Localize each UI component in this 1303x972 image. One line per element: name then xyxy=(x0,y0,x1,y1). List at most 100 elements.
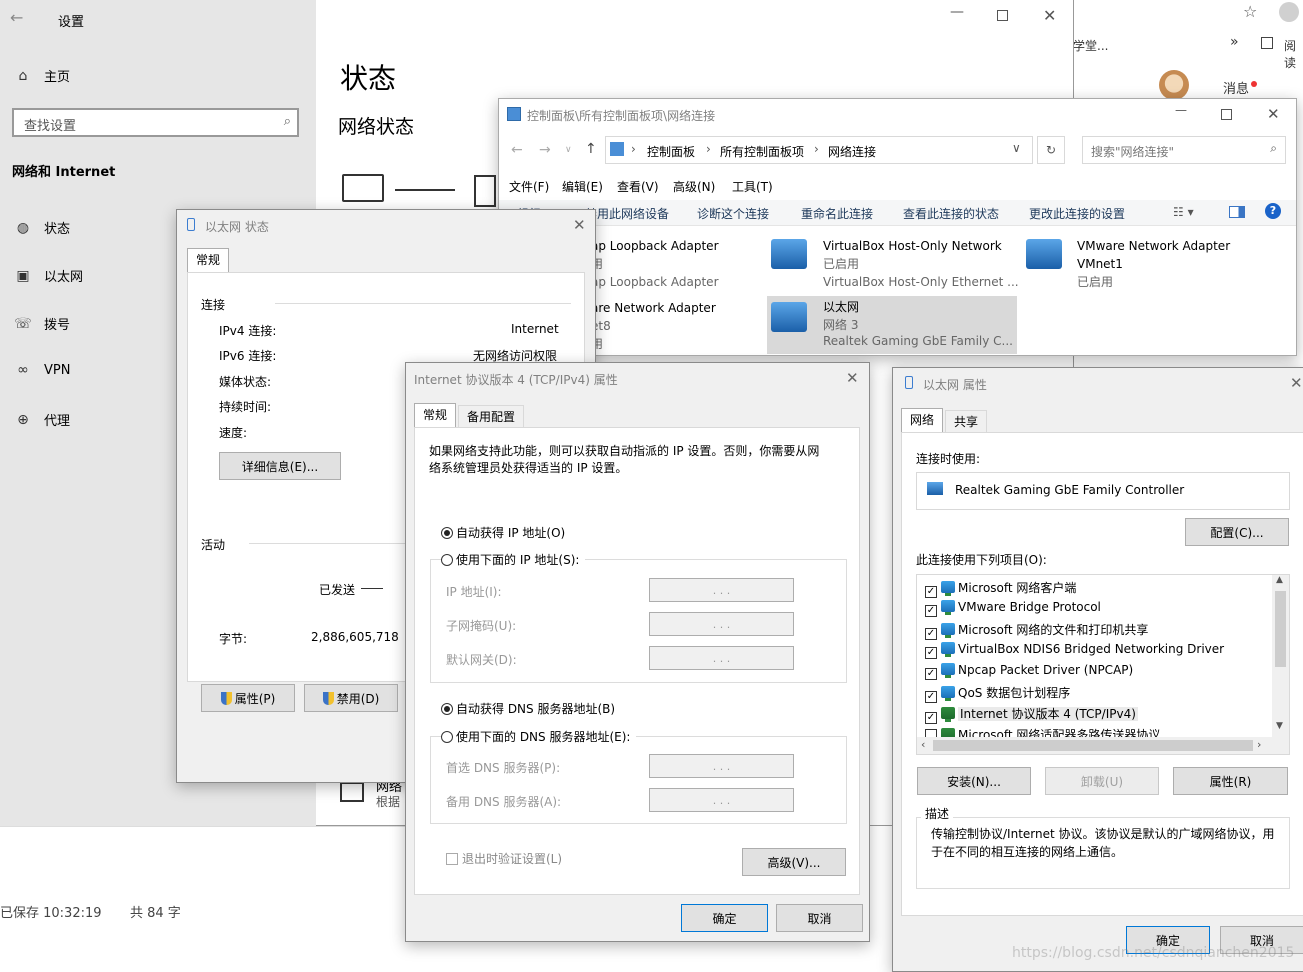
scroll-thumb[interactable] xyxy=(1275,591,1286,667)
item-checkbox[interactable]: ✓ xyxy=(925,605,937,617)
list-item[interactable]: ✓ VMware Bridge Protocol xyxy=(925,600,1101,617)
close-icon[interactable]: ✕ xyxy=(573,216,586,234)
list-item[interactable]: ✓ VirtualBox NDIS6 Bridged Networking Dri… xyxy=(925,642,1224,659)
list-item-selected[interactable]: ✓ Internet 协议版本 4 (TCP/IPv4) xyxy=(925,705,1138,724)
install-button[interactable]: 安装(N)... xyxy=(917,767,1031,795)
bookmarks-more-icon[interactable]: » xyxy=(1230,34,1239,50)
tab-sharing[interactable]: 共享 xyxy=(945,410,988,432)
adapter-item[interactable]: VirtualBox Host-Only Network 已启用 Virtual… xyxy=(823,237,1023,291)
nav-ethernet[interactable]: ▣ 以太网 xyxy=(12,266,83,286)
netconn-minimize-icon[interactable]: — xyxy=(1175,103,1187,117)
item-checkbox[interactable]: ✓ xyxy=(925,647,937,659)
maximize-icon[interactable] xyxy=(997,10,1008,21)
toolbar-diagnose[interactable]: 诊断这个连接 xyxy=(697,205,769,222)
scroll-thumb[interactable] xyxy=(933,740,1253,751)
adapter-item[interactable]: ap Loopback Adapter 用 ap Loopback Adapte… xyxy=(591,237,761,289)
item-checkbox[interactable]: ✓ xyxy=(925,668,937,680)
auto-dns-option[interactable]: 自动获得 DNS 服务器地址(B) xyxy=(441,700,615,717)
tab-general[interactable]: 常规 xyxy=(414,403,457,427)
auto-dns-radio[interactable] xyxy=(441,703,453,715)
forward-nav-icon[interactable]: → xyxy=(539,142,551,158)
close-icon[interactable]: ✕ xyxy=(1043,6,1056,25)
breadcrumb-sep-icon: › xyxy=(706,142,711,156)
profile-avatar[interactable] xyxy=(1279,2,1299,22)
manual-dns-option[interactable]: 使用下面的 DNS 服务器地址(E): xyxy=(441,728,637,745)
disable-button[interactable]: 禁用(D) xyxy=(304,684,398,712)
settings-search-input[interactable]: 查找设置 ⌕ xyxy=(12,108,299,137)
star-icon[interactable]: ☆ xyxy=(1243,2,1257,21)
item-checkbox[interactable]: ✓ xyxy=(925,586,937,598)
list-item[interactable]: ✓ QoS 数据包计划程序 xyxy=(925,684,1070,703)
advanced-button[interactable]: 高级(V)... xyxy=(742,848,846,876)
breadcrumb-all-items[interactable]: 所有控制面板项 xyxy=(720,143,804,160)
monkey-avatar[interactable] xyxy=(1159,70,1189,100)
toolbar-view-status[interactable]: 查看此连接的状态 xyxy=(903,205,999,222)
breadcrumb-network-connections[interactable]: 网络连接 xyxy=(828,143,876,160)
netconn-close-icon[interactable]: ✕ xyxy=(1267,105,1280,123)
scroll-left-icon[interactable]: ‹ xyxy=(921,738,925,751)
up-nav-icon[interactable]: ↑ xyxy=(585,141,597,157)
scroll-down-icon[interactable]: ▼ xyxy=(1276,721,1283,731)
scroll-up-icon[interactable]: ▲ xyxy=(1276,575,1283,585)
tab-general[interactable]: 常规 xyxy=(187,248,230,272)
toolbar-rename[interactable]: 重命名此连接 xyxy=(801,205,873,222)
history-dropdown-icon[interactable]: ∨ xyxy=(565,145,572,155)
vertical-scrollbar[interactable]: ▲ ▼ xyxy=(1272,575,1289,737)
nav-status[interactable]: ◍ 状态 xyxy=(12,218,70,238)
manual-ip-option[interactable]: 使用下面的 IP 地址(S): xyxy=(441,551,586,568)
scroll-right-icon[interactable]: › xyxy=(1257,738,1261,751)
nav-home[interactable]: ⌂ 主页 xyxy=(12,66,70,86)
ok-button[interactable]: 确定 xyxy=(681,904,768,932)
bookmark-item[interactable]: 学堂... xyxy=(1073,37,1108,54)
tab-networking[interactable]: 网络 xyxy=(901,408,944,432)
adapter-item[interactable]: VMware Network Adapter VMnet1 已启用 xyxy=(1077,237,1277,291)
manual-dns-radio[interactable] xyxy=(441,731,453,743)
toolbar-disable[interactable]: 禁用此网络设备 xyxy=(585,205,669,222)
item-properties-button[interactable]: 属性(R) xyxy=(1173,767,1288,795)
item-checkbox[interactable]: ✓ xyxy=(925,691,937,703)
breadcrumb-control-panel[interactable]: 控制面板 xyxy=(647,143,695,160)
adapter-item[interactable]: are Network Adapter et8 用 xyxy=(591,299,761,353)
view-options-icon[interactable]: ☷ ▾ xyxy=(1173,205,1194,219)
close-icon[interactable]: ✕ xyxy=(1290,374,1303,392)
list-item[interactable]: ✓ Microsoft 网络客户端 xyxy=(925,579,1076,598)
nav-vpn[interactable]: ∞ VPN xyxy=(12,362,70,378)
nav-proxy[interactable]: ⊕ 代理 xyxy=(12,410,70,430)
auto-ip-radio[interactable] xyxy=(441,527,453,539)
validate-on-exit-option: 退出时验证设置(L) xyxy=(446,850,562,867)
cancel-button[interactable]: 取消 xyxy=(776,904,863,932)
toolbar-change-settings[interactable]: 更改此连接的设置 xyxy=(1029,205,1125,222)
menu-file[interactable]: 文件(F) xyxy=(509,178,549,195)
adapter-item-selected[interactable]: 以太网 网络 3 Realtek Gaming GbE Family C... xyxy=(767,296,1017,354)
configure-button[interactable]: 配置(C)... xyxy=(1185,518,1289,546)
back-arrow-icon[interactable]: ← xyxy=(10,8,23,27)
auto-ip-option[interactable]: 自动获得 IP 地址(O) xyxy=(441,524,565,541)
close-icon[interactable]: ✕ xyxy=(846,369,859,387)
help-icon[interactable]: ? xyxy=(1265,203,1281,219)
tab-alternate[interactable]: 备用配置 xyxy=(458,405,525,427)
horizontal-scrollbar[interactable]: ‹ › xyxy=(917,737,1289,754)
address-bar[interactable]: › 控制面板 › 所有控制面板项 › 网络连接 ∨ xyxy=(605,136,1033,164)
menu-view[interactable]: 查看(V) xyxy=(617,178,659,195)
menu-tools[interactable]: 工具(T) xyxy=(732,178,773,195)
preview-pane-icon[interactable] xyxy=(1229,206,1245,218)
menu-advanced[interactable]: 高级(N) xyxy=(673,178,715,195)
minimize-icon[interactable]: — xyxy=(950,4,964,20)
menu-edit[interactable]: 编辑(E) xyxy=(562,178,603,195)
nav-dialup[interactable]: ☏ 拨号 xyxy=(12,314,70,334)
refresh-button[interactable]: ↻ xyxy=(1037,136,1065,164)
reading-list-icon[interactable] xyxy=(1261,37,1273,49)
properties-button[interactable]: 属性(P) xyxy=(201,684,295,712)
address-dropdown-icon[interactable]: ∨ xyxy=(1012,141,1021,155)
netconn-search-input[interactable]: 搜索"网络连接" ⌕ xyxy=(1082,136,1286,164)
manual-ip-radio[interactable] xyxy=(441,554,453,566)
item-checkbox[interactable]: ✓ xyxy=(925,712,937,724)
reading-list-label[interactable]: 阅读 xyxy=(1284,37,1303,71)
list-item[interactable]: ✓ Microsoft 网络的文件和打印机共享 xyxy=(925,621,1148,640)
details-button[interactable]: 详细信息(E)... xyxy=(219,452,341,480)
list-item[interactable]: ✓ Npcap Packet Driver (NPCAP) xyxy=(925,663,1133,680)
item-checkbox[interactable]: ✓ xyxy=(925,628,937,640)
message-link[interactable]: 消息 xyxy=(1223,78,1258,97)
netconn-maximize-icon[interactable] xyxy=(1221,109,1232,120)
back-nav-icon[interactable]: ← xyxy=(511,142,523,158)
